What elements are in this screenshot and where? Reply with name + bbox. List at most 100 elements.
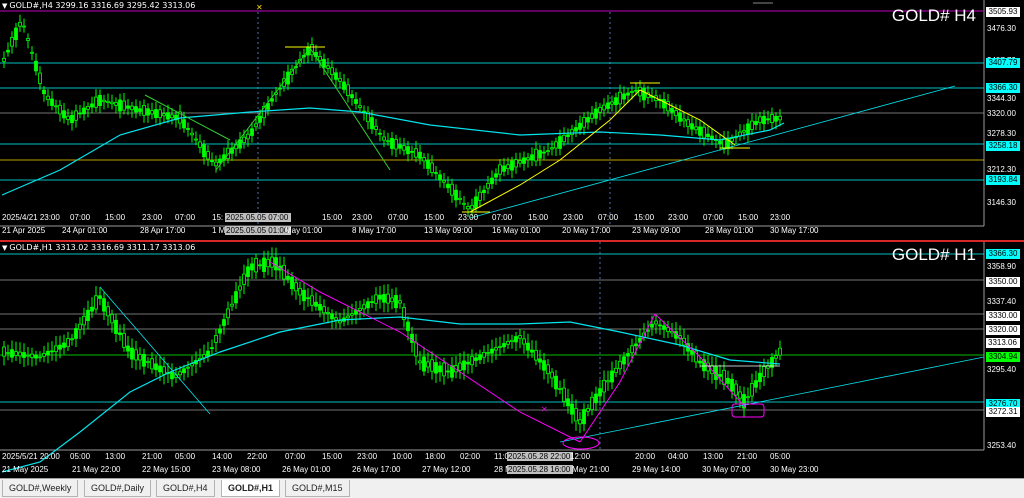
candle bbox=[294, 282, 298, 292]
h4-chart-pane[interactable]: ✕ 3476.30 3407.79 3344.30 3320.00 3278.30 3212… bbox=[0, 0, 1024, 240]
candle bbox=[62, 342, 66, 348]
candle bbox=[78, 112, 82, 115]
candle bbox=[618, 360, 622, 370]
h4-chart-header: ▼ GOLD#,H4 3299.16 3316.69 3295.42 3313.0… bbox=[2, 1, 196, 10]
time-axis-label: May 01:00 bbox=[285, 226, 323, 235]
h1-chart-canvas[interactable]: ✕ 3358.90 3337.40 3313.06 3295.40 3253.40 2025… bbox=[0, 242, 1024, 478]
time-axis-label: 2025/5/21 20:00 bbox=[2, 452, 60, 461]
candle bbox=[426, 361, 430, 368]
candle bbox=[262, 257, 266, 273]
candle bbox=[18, 21, 22, 27]
candle bbox=[226, 308, 230, 319]
candle bbox=[694, 126, 698, 131]
candle bbox=[162, 366, 166, 375]
collapse-triangle-icon[interactable]: ▼ bbox=[2, 244, 7, 252]
h1-chart-pane[interactable]: ✕ 3358.90 3337.40 3313.06 3295.40 3253.40 2025… bbox=[0, 242, 1024, 478]
candle bbox=[94, 295, 98, 310]
candle bbox=[98, 94, 102, 106]
candle bbox=[350, 94, 354, 99]
candle bbox=[26, 354, 30, 357]
candle bbox=[606, 380, 610, 383]
price-tag: 3304.94 bbox=[986, 352, 1020, 362]
candle bbox=[438, 365, 442, 373]
candle bbox=[446, 183, 450, 189]
candle bbox=[562, 134, 566, 143]
time-axis-label: 20 May 17:00 bbox=[562, 226, 611, 235]
candle bbox=[170, 114, 174, 119]
candle bbox=[554, 375, 558, 390]
candle bbox=[734, 383, 738, 396]
candle bbox=[362, 304, 366, 310]
candle bbox=[562, 387, 566, 402]
candle bbox=[46, 350, 50, 356]
candle bbox=[242, 136, 246, 143]
candle bbox=[542, 151, 546, 154]
candle bbox=[534, 349, 538, 361]
candle bbox=[142, 105, 146, 116]
time-axis-label: 28 Apr 17:00 bbox=[140, 226, 186, 235]
candle bbox=[38, 356, 42, 359]
time-axis-label: 23:00 bbox=[142, 213, 163, 222]
candle bbox=[422, 157, 426, 162]
candle bbox=[122, 332, 126, 348]
candle bbox=[418, 360, 422, 364]
candle bbox=[210, 159, 214, 163]
candle bbox=[754, 121, 758, 125]
candle bbox=[86, 106, 90, 110]
candle bbox=[690, 123, 694, 130]
candle bbox=[566, 134, 570, 137]
candle bbox=[154, 109, 158, 119]
price-tag: 3330.00 bbox=[986, 311, 1020, 321]
candle bbox=[614, 367, 618, 374]
candle bbox=[558, 136, 562, 149]
candle bbox=[238, 139, 242, 149]
candle bbox=[746, 123, 750, 135]
candle bbox=[566, 398, 570, 407]
candle bbox=[622, 93, 626, 100]
candle bbox=[150, 358, 154, 370]
candle bbox=[322, 58, 326, 68]
candle bbox=[338, 77, 342, 82]
time-axis-label: 02:00 bbox=[460, 452, 481, 461]
candle bbox=[430, 162, 434, 173]
time-axis-label: 15:00 bbox=[634, 213, 655, 222]
candle bbox=[506, 164, 510, 169]
candle bbox=[18, 351, 22, 357]
candle bbox=[70, 338, 74, 341]
tab-gold-weekly[interactable]: GOLD#,Weekly bbox=[2, 480, 79, 497]
candle bbox=[34, 354, 38, 359]
time-axis-label: 23:00 bbox=[458, 213, 479, 222]
candle bbox=[66, 338, 70, 348]
time-axis-label: 05:00 bbox=[770, 452, 791, 461]
candle bbox=[630, 91, 634, 93]
time-axis-label: 18:00 bbox=[425, 452, 446, 461]
candle bbox=[70, 114, 74, 124]
tab-gold-m15[interactable]: GOLD#,M15 bbox=[285, 480, 350, 497]
candle bbox=[282, 264, 286, 280]
candle bbox=[202, 354, 206, 359]
time-axis-label: 23:00 bbox=[770, 213, 791, 222]
time-axis-label: 21:00 bbox=[142, 452, 163, 461]
candle bbox=[474, 196, 478, 209]
candle bbox=[10, 349, 14, 358]
collapse-triangle-icon[interactable]: ▼ bbox=[2, 2, 7, 10]
candle bbox=[98, 295, 102, 299]
tab-gold-h4[interactable]: GOLD#,H4 bbox=[156, 480, 215, 497]
candle bbox=[50, 350, 54, 353]
time-axis-label: 10:00 bbox=[392, 452, 413, 461]
candle bbox=[730, 378, 734, 392]
candle bbox=[610, 101, 614, 105]
candle bbox=[318, 304, 322, 311]
candle bbox=[38, 72, 42, 84]
h4-chart-canvas[interactable]: ✕ 3476.30 3407.79 3344.30 3320.00 3278.30 3212… bbox=[0, 0, 1024, 240]
candle bbox=[66, 115, 70, 120]
trendline-yellow bbox=[469, 89, 641, 213]
candle bbox=[346, 315, 350, 319]
candle bbox=[770, 114, 774, 123]
candle bbox=[750, 120, 754, 130]
candle bbox=[298, 288, 302, 296]
tab-gold-daily[interactable]: GOLD#,Daily bbox=[84, 480, 152, 497]
candle bbox=[326, 311, 330, 314]
tab-gold-h1[interactable]: GOLD#,H1 bbox=[221, 480, 281, 497]
candle bbox=[586, 117, 590, 123]
